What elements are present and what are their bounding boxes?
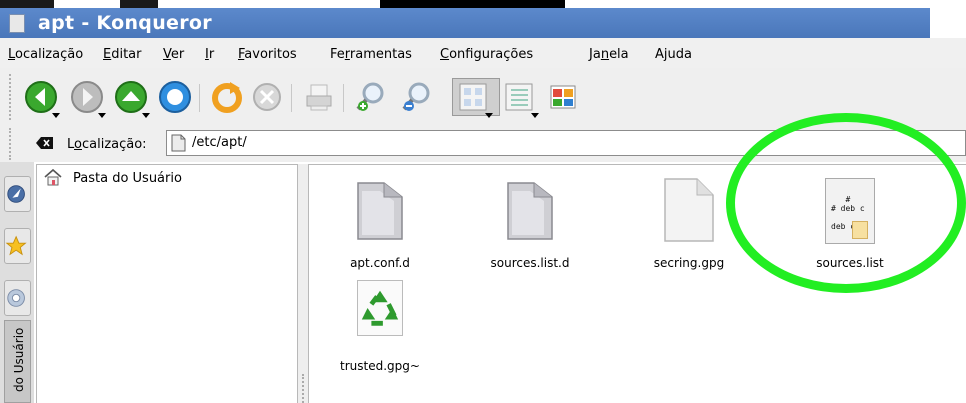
toolbar-separator (199, 84, 200, 112)
icon-view-icon[interactable] (456, 80, 490, 114)
menu-favoritos[interactable]: Favoritos (238, 47, 297, 62)
blank-file-icon (663, 177, 715, 247)
window-title: apt - Konqueror (38, 12, 212, 34)
split-view-icon[interactable] (546, 80, 580, 114)
forward-dropdown-icon[interactable] (98, 113, 106, 118)
file-item-trusted-gpg[interactable]: trusted.gpg~ (325, 278, 435, 378)
up-icon[interactable] (114, 80, 148, 114)
title-bar[interactable]: apt - Konqueror (0, 8, 930, 38)
file-name: apt.conf.d (350, 256, 410, 270)
file-item-sources-list-d[interactable]: sources.list.d (475, 175, 585, 275)
toolbar-separator (343, 84, 344, 112)
file-name: secring.gpg (653, 256, 725, 270)
file-name: trusted.gpg~ (340, 359, 420, 373)
stop-icon[interactable] (250, 80, 284, 114)
sidebar-tab-home-folder[interactable]: do Usuário (4, 320, 31, 403)
toolbar-grip[interactable] (9, 74, 15, 120)
location-label: Localização: (67, 137, 147, 152)
back-icon[interactable] (24, 80, 58, 114)
forward-icon[interactable] (70, 80, 104, 114)
menu-bar: Localização Editar Ver Ir Favoritos Ferr… (0, 38, 966, 68)
recycle-icon (357, 280, 403, 336)
view-mode-dropdown-icon[interactable] (485, 113, 493, 118)
menu-localizacao[interactable]: Localização (8, 47, 83, 62)
up-dropdown-icon[interactable] (142, 113, 150, 118)
zoom-out-icon[interactable] (400, 80, 434, 114)
back-dropdown-icon[interactable] (52, 113, 60, 118)
menu-ver[interactable]: Ver (163, 47, 184, 62)
home-icon[interactable] (158, 80, 192, 114)
tree-item-home-folder[interactable]: Pasta do Usuário (73, 171, 182, 186)
folder-icon (354, 179, 406, 247)
menu-janela[interactable]: Janela (589, 47, 629, 62)
file-item-apt-conf-d[interactable]: apt.conf.d (325, 175, 435, 275)
folder-tree-panel[interactable]: Pasta do Usuário (36, 164, 298, 403)
sidebar-favorites-button[interactable] (4, 228, 31, 264)
menu-editar[interactable]: Editar (103, 47, 142, 62)
file-name: sources.list.d (490, 256, 570, 270)
folder-small-icon (170, 134, 187, 152)
reload-icon[interactable] (210, 80, 244, 114)
detailed-view-icon[interactable] (502, 80, 536, 114)
location-bar-grip[interactable] (9, 128, 15, 160)
green-circle-annotation (726, 113, 966, 293)
print-icon[interactable] (302, 80, 336, 114)
home-folder-icon (44, 168, 62, 186)
menu-ajuda[interactable]: Ajuda (655, 47, 692, 62)
menu-configuracoes[interactable]: Configurações (440, 47, 533, 62)
menu-ir[interactable]: Ir (205, 47, 214, 62)
detailed-view-dropdown-icon[interactable] (531, 113, 539, 118)
toolbar-separator (291, 84, 292, 112)
sidebar-history-button[interactable] (4, 280, 31, 316)
panel-splitter[interactable] (298, 164, 308, 403)
sidebar-bookmarks-button[interactable] (4, 176, 31, 212)
zoom-in-icon[interactable] (354, 80, 388, 114)
menu-ferramentas[interactable]: Ferramentas (330, 47, 412, 62)
folder-icon (504, 179, 556, 247)
location-value: /etc/apt/ (192, 135, 247, 150)
app-icon[interactable] (9, 14, 25, 33)
clear-location-icon[interactable] (36, 136, 54, 150)
